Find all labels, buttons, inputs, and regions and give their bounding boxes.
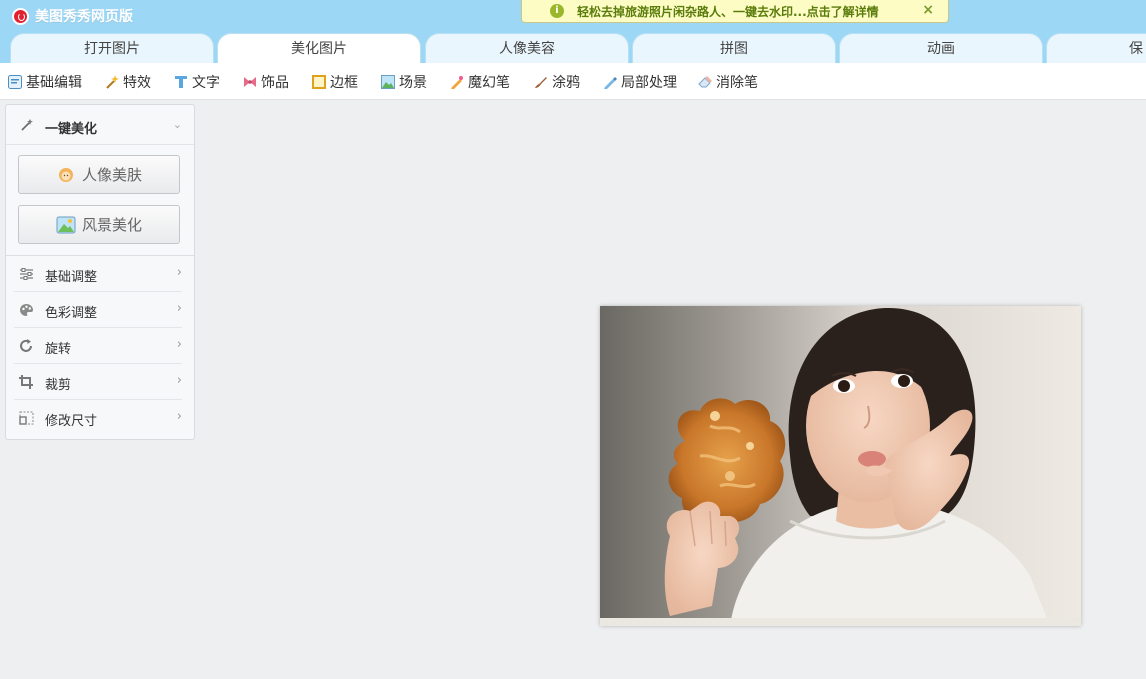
tool-label: 基础编辑: [26, 72, 82, 92]
chevron-right-icon: ›: [177, 409, 182, 424]
tool-eraser-pen[interactable]: 消除笔: [698, 73, 758, 91]
portrait-icon: [56, 166, 76, 184]
wand-icon: [105, 75, 119, 89]
landscape-beautify-label: 风景美化: [82, 214, 142, 235]
brush-icon: [534, 75, 548, 89]
menu-color-adjust[interactable]: 色彩调整 ›: [14, 292, 182, 328]
close-icon[interactable]: ×: [922, 2, 934, 18]
tab-portrait[interactable]: 人像美容: [425, 33, 629, 64]
tool-text[interactable]: 文字: [174, 73, 220, 91]
tool-label: 局部处理: [621, 72, 677, 92]
menu-label: 修改尺寸: [45, 410, 97, 429]
panel-title: 一键美化: [45, 118, 97, 137]
portrait-beautify-button[interactable]: 人像美肤: [18, 155, 180, 194]
text-icon: [174, 75, 188, 89]
canvas-photo[interactable]: [600, 306, 1081, 626]
main-tabs: 打开图片 美化图片 人像美容 拼图 动画 保存: [0, 31, 1146, 63]
tab-save[interactable]: 保存: [1046, 33, 1146, 64]
portrait-beautify-label: 人像美肤: [82, 164, 142, 185]
pencil-icon: [603, 75, 617, 89]
tool-effects[interactable]: 特效: [105, 73, 151, 91]
tool-basic-edit[interactable]: 基础编辑: [8, 73, 82, 91]
resize-icon: [19, 411, 34, 425]
tool-doodle[interactable]: 涂鸦: [534, 73, 580, 91]
promo-notice[interactable]: i 轻松去掉旅游照片闲杂路人、一键去水印...点击了解详情 ×: [521, 0, 949, 23]
meitu-logo-icon: [12, 8, 29, 25]
tool-label: 场景: [399, 72, 427, 92]
tool-local-processing[interactable]: 局部处理: [603, 73, 677, 91]
tool-scene[interactable]: 场景: [381, 73, 427, 91]
magic-wand-icon: [20, 118, 34, 132]
menu-label: 色彩调整: [45, 302, 97, 321]
tab-collage[interactable]: 拼图: [632, 33, 836, 64]
chevron-right-icon: ›: [177, 373, 182, 388]
eraser-icon: [698, 75, 712, 89]
tool-label: 饰品: [261, 72, 289, 92]
tool-label: 魔幻笔: [468, 72, 510, 92]
landscape-beautify-button[interactable]: 风景美化: [18, 205, 180, 244]
menu-label: 裁剪: [45, 374, 71, 393]
menu-rotate[interactable]: 旋转 ›: [14, 328, 182, 364]
chevron-down-icon[interactable]: ⌄: [173, 118, 182, 131]
scene-icon: [381, 75, 395, 89]
app-title: 美图秀秀网页版: [12, 6, 133, 26]
palette-icon: [19, 303, 34, 317]
chevron-right-icon: ›: [177, 265, 182, 280]
bow-icon: [243, 75, 257, 89]
info-icon: i: [550, 4, 564, 18]
title-bar: 美图秀秀网页版 i 轻松去掉旅游照片闲杂路人、一键去水印...点击了解详情 × …: [0, 0, 1146, 63]
menu-crop[interactable]: 裁剪 ›: [14, 364, 182, 400]
tool-label: 消除笔: [716, 72, 758, 92]
sliders-icon: [19, 267, 34, 281]
one-click-beautify-header[interactable]: 一键美化 ⌄: [6, 105, 194, 145]
notice-text[interactable]: 轻松去掉旅游照片闲杂路人、一键去水印...点击了解详情: [577, 3, 879, 20]
landscape-icon: [56, 216, 76, 234]
tool-label: 边框: [330, 72, 358, 92]
magic-pen-icon: [450, 75, 464, 89]
tab-beautify-image[interactable]: 美化图片: [217, 33, 421, 64]
menu-basic-adjust[interactable]: 基础调整 ›: [14, 256, 182, 292]
chevron-right-icon: ›: [177, 337, 182, 352]
tab-animation[interactable]: 动画: [839, 33, 1043, 64]
edit-icon: [8, 75, 22, 89]
tool-label: 文字: [192, 72, 220, 92]
tab-open-image[interactable]: 打开图片: [10, 33, 214, 64]
tool-label: 涂鸦: [552, 72, 580, 92]
side-panel: 一键美化 ⌄ 人像美肤 风景美化 基础调整 › 色彩调整 › 旋转 ›: [5, 104, 195, 440]
crop-icon: [19, 375, 34, 389]
tool-magic-pen[interactable]: 魔幻笔: [450, 73, 510, 91]
app-title-text: 美图秀秀网页版: [35, 6, 133, 26]
chevron-right-icon: ›: [177, 301, 182, 316]
menu-label: 基础调整: [45, 266, 97, 285]
menu-label: 旋转: [45, 338, 71, 357]
frame-icon: [312, 75, 326, 89]
tool-frame[interactable]: 边框: [312, 73, 358, 91]
tool-label: 特效: [123, 72, 151, 92]
rotate-icon: [19, 339, 34, 353]
edit-toolbar: 基础编辑 特效 文字 饰品 边框 场景 魔幻笔: [0, 63, 1146, 100]
tool-accessories[interactable]: 饰品: [243, 73, 289, 91]
menu-resize[interactable]: 修改尺寸 ›: [14, 400, 182, 436]
photo-girl-eating-chicken: [600, 306, 1081, 626]
